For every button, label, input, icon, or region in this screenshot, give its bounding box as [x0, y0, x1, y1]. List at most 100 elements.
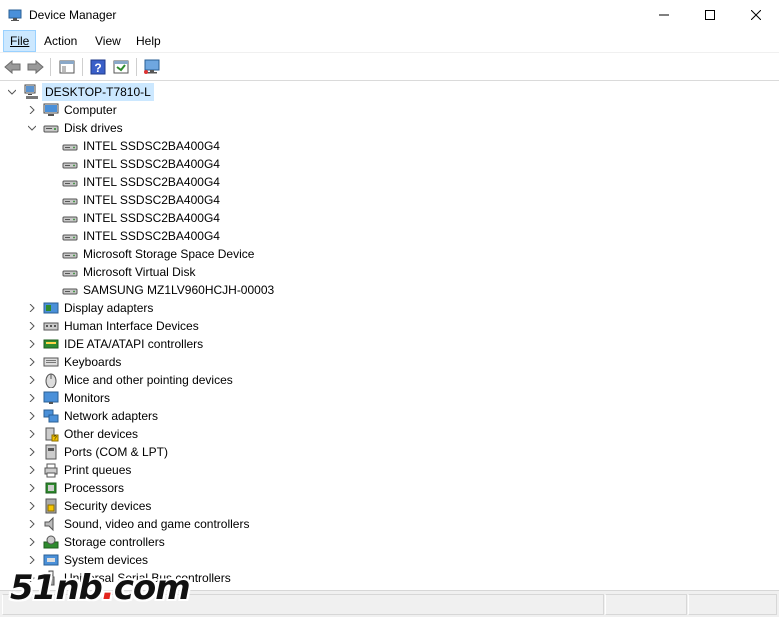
menu-help[interactable]: Help [130, 31, 167, 51]
expand-chevron-icon[interactable] [27, 461, 37, 479]
device-tree[interactable]: DESKTOP-T7810-L Computer Disk drives INTEL… [0, 80, 779, 590]
disk-drive-item[interactable]: INTEL SSDSC2BA400G4 [0, 155, 400, 173]
scan-hardware-button[interactable] [141, 56, 163, 78]
disk-drive-item[interactable]: INTEL SSDSC2BA400G4 [0, 137, 400, 155]
disk-drive-label[interactable]: SAMSUNG MZ1LV960HCJH-00003 [83, 281, 274, 299]
expand-chevron-icon[interactable] [27, 389, 37, 407]
expand-chevron-icon[interactable] [27, 479, 37, 497]
tree-category-security-devices[interactable]: Security devices [0, 497, 400, 515]
menu-help-label: Help [136, 34, 161, 48]
expand-chevron-icon[interactable] [27, 533, 37, 551]
back-button[interactable] [2, 56, 24, 78]
category-label[interactable]: Monitors [64, 389, 110, 407]
tree-category-mice-and-other-pointing-devices[interactable]: Mice and other pointing devices [0, 371, 400, 389]
close-button[interactable] [733, 0, 779, 30]
category-label[interactable]: Keyboards [64, 353, 121, 371]
tree-category-network-adapters[interactable]: Network adapters [0, 407, 400, 425]
disk-drive-label[interactable]: Microsoft Storage Space Device [83, 245, 254, 263]
category-label[interactable]: Display adapters [64, 299, 153, 317]
expand-chevron-icon[interactable] [27, 443, 37, 461]
help-button[interactable]: ? [87, 56, 109, 78]
expand-chevron-icon[interactable] [27, 407, 37, 425]
minimize-button[interactable] [641, 0, 687, 30]
menu-view-label: View [95, 34, 121, 48]
menu-bar: File Action View Help [0, 30, 779, 52]
menu-view[interactable]: View [89, 31, 127, 51]
disk-drive-label[interactable]: INTEL SSDSC2BA400G4 [83, 209, 220, 227]
category-label[interactable]: Security devices [64, 497, 151, 515]
status-cell [605, 594, 687, 615]
watermark-tail: com [113, 568, 191, 608]
expand-chevron-icon[interactable] [27, 335, 37, 353]
tree-category-disk-drives[interactable]: Disk drives [0, 119, 400, 137]
tree-category-sound-video-and-game-controllers[interactable]: Sound, video and game controllers [0, 515, 400, 533]
collapse-chevron-icon[interactable] [27, 119, 37, 137]
disk-drive-item[interactable]: INTEL SSDSC2BA400G4 [0, 209, 400, 227]
disk-drive-label[interactable]: INTEL SSDSC2BA400G4 [83, 137, 220, 155]
disk-drive-label[interactable]: INTEL SSDSC2BA400G4 [83, 191, 220, 209]
expand-chevron-icon[interactable] [27, 425, 37, 443]
maximize-button[interactable] [687, 0, 733, 30]
tree-category-keyboards[interactable]: Keyboards [0, 353, 400, 371]
category-label[interactable]: IDE ATA/ATAPI controllers [64, 335, 203, 353]
expand-chevron-icon[interactable] [27, 317, 37, 335]
category-label[interactable]: Ports (COM & LPT) [64, 443, 168, 461]
tree-category-ide-ata-atapi-controllers[interactable]: IDE ATA/ATAPI controllers [0, 335, 400, 353]
category-label[interactable]: Computer [64, 101, 117, 119]
tree-root[interactable]: DESKTOP-T7810-L [0, 83, 200, 101]
category-label[interactable]: Mice and other pointing devices [64, 371, 233, 389]
expand-chevron-icon[interactable] [27, 101, 37, 119]
tree-category-display-adapters[interactable]: Display adapters [0, 299, 400, 317]
disk-drive-item[interactable]: INTEL SSDSC2BA400G4 [0, 227, 400, 245]
category-label[interactable]: Print queues [64, 461, 131, 479]
menu-file[interactable]: File [3, 30, 37, 52]
expand-chevron-icon[interactable] [27, 551, 37, 569]
expand-chevron-icon[interactable] [27, 353, 37, 371]
expand-chevron-icon[interactable] [27, 299, 37, 317]
watermark-dot: . [101, 568, 115, 608]
menu-action[interactable]: Action [38, 31, 83, 51]
disk-drive-item[interactable]: INTEL SSDSC2BA400G4 [0, 191, 400, 209]
expand-chevron-icon[interactable] [27, 371, 37, 389]
collapse-chevron-icon[interactable] [7, 83, 17, 101]
disk-drive-icon [62, 252, 78, 259]
category-label[interactable]: Storage controllers [64, 533, 165, 551]
tree-category-processors[interactable]: Processors [0, 479, 400, 497]
expand-chevron-icon[interactable] [27, 497, 37, 515]
disk-drive-label[interactable]: INTEL SSDSC2BA400G4 [83, 173, 220, 191]
category-label[interactable]: Disk drives [64, 119, 123, 137]
disk-drive-item[interactable]: SAMSUNG MZ1LV960HCJH-00003 [0, 281, 400, 299]
disk-drive-label[interactable]: Microsoft Virtual Disk [83, 263, 195, 281]
tree-category-storage-controllers[interactable]: Storage controllers [0, 533, 400, 551]
disk-drive-label[interactable]: INTEL SSDSC2BA400G4 [83, 155, 220, 173]
category-label[interactable]: Other devices [64, 425, 138, 443]
expand-chevron-icon[interactable] [27, 515, 37, 533]
disk-drive-item[interactable]: Microsoft Virtual Disk [0, 263, 400, 281]
tree-category-ports-com-lpt[interactable]: Ports (COM & LPT) [0, 443, 400, 461]
tree-category-system-devices[interactable]: System devices [0, 551, 400, 569]
tree-category-human-interface-devices[interactable]: Human Interface Devices [0, 317, 400, 335]
category-label[interactable]: Sound, video and game controllers [64, 515, 249, 533]
category-label[interactable]: Human Interface Devices [64, 317, 199, 335]
tree-category-other-devices[interactable]: ? Other devices [0, 425, 400, 443]
category-label[interactable]: Network adapters [64, 407, 158, 425]
disk-drive-icon [62, 162, 78, 169]
category-label[interactable]: Processors [64, 479, 124, 497]
properties-button[interactable] [110, 56, 132, 78]
storage-controllers-icon [43, 535, 59, 549]
disk-drive-label[interactable]: INTEL SSDSC2BA400G4 [83, 227, 220, 245]
security-devices-icon [45, 498, 57, 514]
disk-drive-item[interactable]: INTEL SSDSC2BA400G4 [0, 173, 400, 191]
show-hide-console-tree-button[interactable] [56, 56, 78, 78]
disk-drive-icon [62, 288, 78, 295]
disk-drive-item[interactable]: Microsoft Storage Space Device [0, 245, 400, 263]
forward-button[interactable] [24, 56, 46, 78]
disk-drive-icon [62, 216, 78, 223]
title-bar: Device Manager [0, 0, 779, 30]
toolbar-separator [82, 58, 83, 76]
tree-category-computer[interactable]: Computer [0, 101, 400, 119]
root-computer-name[interactable]: DESKTOP-T7810-L [42, 83, 154, 101]
tree-category-monitors[interactable]: Monitors [0, 389, 400, 407]
category-label[interactable]: System devices [64, 551, 148, 569]
tree-category-print-queues[interactable]: Print queues [0, 461, 400, 479]
